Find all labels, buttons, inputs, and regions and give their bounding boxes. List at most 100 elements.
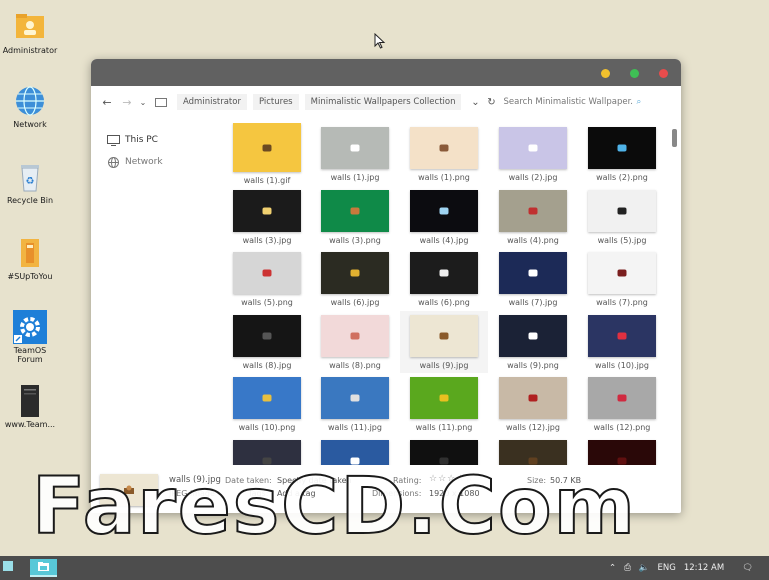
desktop-icon-label: Recycle Bin: [6, 196, 54, 205]
file-thumbnail: [410, 314, 478, 357]
dropdown-chevron-icon[interactable]: ⌄: [467, 97, 483, 108]
file-name: walls (7).jpg: [508, 298, 558, 307]
language-indicator[interactable]: ENG: [658, 563, 676, 573]
thumbnail-art-icon: [439, 269, 449, 277]
file-tile[interactable]: walls (4).png: [489, 186, 577, 248]
file-thumbnail: [499, 189, 567, 232]
close-button[interactable]: [659, 69, 668, 78]
globe-icon: [16, 86, 44, 116]
file-name: walls (5).jpg: [597, 235, 647, 245]
file-tile[interactable]: walls (3).png: [311, 186, 399, 248]
recent-chevron-icon[interactable]: ⌄: [137, 98, 149, 107]
shortcut-icon: [21, 385, 39, 417]
refresh-icon[interactable]: ↻: [483, 97, 499, 108]
thumbnail-art-icon: [350, 332, 360, 339]
file-name: walls (12).png: [593, 423, 651, 432]
file-tile[interactable]: walls (1).gif: [223, 123, 311, 185]
file-name: walls (1).jpg: [330, 173, 380, 182]
file-name: walls (1).png: [418, 173, 470, 182]
dimensions-value: 1920 x 1080: [429, 489, 480, 498]
file-thumbnail: [321, 189, 389, 232]
file-thumbnail: [410, 439, 478, 465]
file-tile[interactable]: walls (1).png: [400, 123, 488, 185]
back-arrow-icon[interactable]: ←: [97, 96, 117, 109]
file-tile[interactable]: [578, 436, 663, 465]
file-tile[interactable]: [400, 436, 488, 465]
thumbnail-art-icon: [617, 144, 627, 152]
desktop-icon-administrator[interactable]: Administrator: [0, 10, 60, 55]
file-tile[interactable]: [223, 436, 311, 465]
nav-item-this-pc[interactable]: This PC: [107, 129, 217, 151]
file-name: walls (8).png: [329, 360, 381, 370]
search-box[interactable]: Search Minimalistic Wallpaper... ⌕: [499, 97, 681, 107]
file-tile[interactable]: walls (6).png: [400, 248, 488, 310]
details-pane: walls (9).jpg JPEG image Date taken: Spe…: [91, 469, 681, 513]
file-name: walls (10).png: [238, 423, 296, 432]
forward-arrow-icon[interactable]: →: [117, 96, 137, 109]
file-tile[interactable]: walls (7).png: [578, 248, 663, 310]
date-taken-field[interactable]: Specify date taken: [277, 476, 352, 485]
file-thumbnail: [588, 439, 656, 465]
file-tile[interactable]: walls (5).jpg: [578, 186, 663, 248]
file-tile[interactable]: walls (11).png: [400, 373, 488, 435]
file-thumbnail: [321, 127, 389, 169]
file-tile[interactable]: walls (2).jpg: [489, 123, 577, 185]
preview-art-icon: [124, 485, 134, 494]
volume-icon[interactable]: 🔈: [639, 563, 650, 573]
recycle-bin-icon: ♻: [21, 165, 39, 192]
monitor-icon: [107, 134, 120, 146]
file-tile[interactable]: walls (12).png: [578, 373, 663, 435]
maximize-button[interactable]: [630, 69, 639, 78]
file-tile[interactable]: walls (6).jpg: [311, 248, 399, 310]
file-tile[interactable]: walls (11).jpg: [311, 373, 399, 435]
desktop-icon-teamos-forum[interactable]: TeamOS Forum: [0, 310, 60, 364]
file-tile[interactable]: walls (12).jpg: [489, 373, 577, 435]
file-tile[interactable]: walls (8).png: [311, 311, 399, 373]
file-thumbnail: [499, 439, 567, 465]
file-name: walls (3).png: [329, 235, 381, 245]
file-name: walls (4).jpg: [419, 235, 469, 245]
file-tile[interactable]: walls (8).jpg: [223, 311, 311, 373]
clock[interactable]: 12:12 AM: [684, 563, 724, 573]
nav-item-network[interactable]: Network: [107, 151, 217, 173]
desktop-icon-supttoyou[interactable]: #SUpToYou: [0, 236, 60, 281]
thumbnail-art-icon: [439, 144, 449, 152]
search-input[interactable]: Search Minimalistic Wallpaper...: [503, 97, 633, 107]
start-button[interactable]: [3, 561, 13, 571]
breadcrumb-administrator[interactable]: Administrator: [177, 94, 247, 110]
file-thumbnail: [321, 252, 389, 294]
file-name: walls (11).jpg: [328, 423, 382, 432]
file-tile[interactable]: walls (3).jpg: [223, 186, 311, 248]
file-tile[interactable]: [311, 436, 399, 465]
file-name: walls (7).png: [596, 298, 648, 307]
address-bar: ← → ⌄ Administrator Pictures Minimalisti…: [91, 90, 681, 114]
tags-field[interactable]: Add a tag: [277, 489, 316, 498]
file-name: walls (6).png: [418, 298, 470, 307]
file-tile[interactable]: walls (7).jpg: [489, 248, 577, 310]
file-tile[interactable]: [489, 436, 577, 465]
notifications-icon[interactable]: 🗨: [742, 563, 753, 573]
file-tile[interactable]: walls (1).jpg: [311, 123, 399, 185]
file-thumbnail: [499, 252, 567, 294]
desktop-icon-www-team[interactable]: www.Team...: [0, 384, 60, 429]
file-tile[interactable]: walls (10).png: [223, 373, 311, 435]
caret-up-icon[interactable]: ⌃: [609, 563, 616, 573]
file-thumbnail: [410, 189, 478, 232]
file-tile[interactable]: walls (10).jpg: [578, 311, 663, 373]
breadcrumb-pictures[interactable]: Pictures: [252, 94, 299, 110]
file-tile[interactable]: walls (2).png: [578, 123, 663, 185]
taskbar-app-file-explorer[interactable]: [30, 559, 57, 577]
file-tile[interactable]: walls (5).png: [223, 248, 311, 310]
scrollbar-thumb[interactable]: [672, 129, 677, 147]
file-tile[interactable]: walls (9).png: [489, 311, 577, 373]
rating-stars[interactable]: ☆☆☆☆☆: [429, 474, 474, 484]
file-tile[interactable]: walls (4).jpg: [400, 186, 488, 248]
title-bar[interactable]: [91, 59, 681, 86]
file-tile[interactable]: walls (9).jpg: [400, 310, 488, 373]
desktop-icon-recycle-bin[interactable]: ♻ Recycle Bin: [0, 160, 60, 205]
desktop-icon-network[interactable]: Network: [0, 84, 60, 129]
file-thumbnail: [233, 252, 301, 294]
printer-icon[interactable]: ⎙: [624, 563, 631, 573]
breadcrumb-current-folder[interactable]: Minimalistic Wallpapers Collection: [304, 94, 462, 110]
minimize-button[interactable]: [601, 69, 610, 78]
